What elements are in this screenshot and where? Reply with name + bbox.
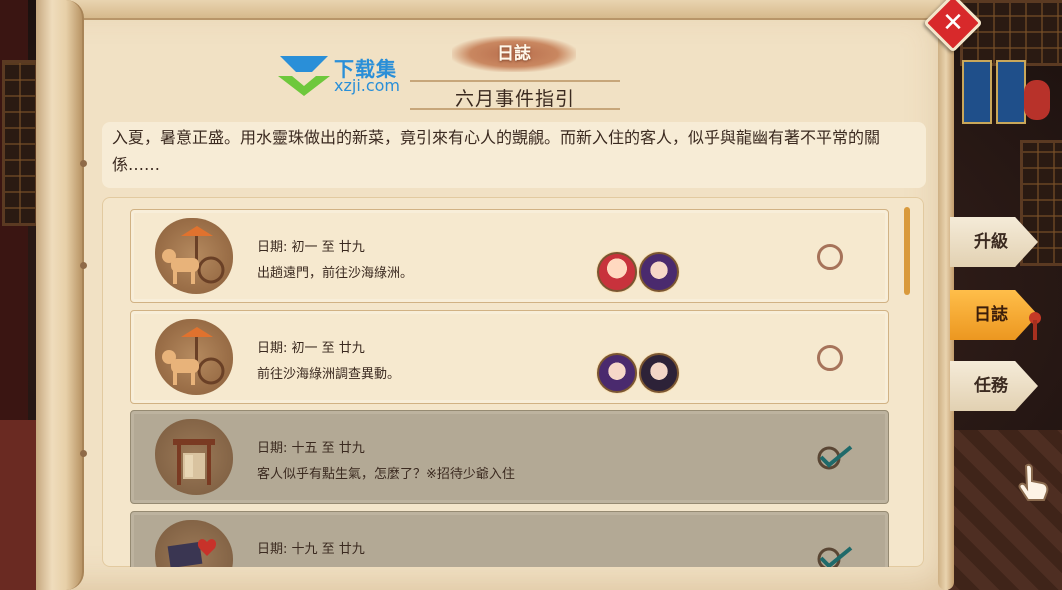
event-text: 客人似乎有點生氣，怎麼了？※招待少爺入住	[257, 467, 515, 482]
scroll-top-roll	[60, 0, 940, 20]
title-divider	[410, 108, 620, 110]
event-card[interactable]: 日期: 十五 至 廿九 客人似乎有點生氣，怎麼了？※招待少爺入住	[130, 410, 889, 504]
red-haired-girl-avatar[interactable]	[597, 252, 637, 292]
title-divider	[410, 80, 620, 82]
book-heart-icon	[155, 520, 233, 567]
dark-haired-character-avatar[interactable]	[639, 353, 679, 393]
completed-check-icon	[817, 445, 853, 470]
event-list[interactable]: 日期: 初一 至 廿九 出趟遠門，前往沙海綠洲。 日期: 初一 至 廿九 前往沙…	[102, 197, 924, 567]
watermark-url: xzji.com	[334, 76, 401, 95]
hand-pointer-icon	[1018, 463, 1049, 501]
scroll-tack	[80, 160, 87, 167]
page-title: 六月事件指引	[454, 88, 575, 110]
red-lantern	[1024, 80, 1050, 120]
inn-room-icon	[155, 419, 233, 495]
tassel-string	[1033, 320, 1037, 340]
event-text: 出趟遠門，前往沙海綠洲。	[257, 266, 414, 281]
event-date: 日期: 十九 至 廿九	[257, 542, 365, 557]
completed-check-icon	[817, 546, 853, 567]
purple-haired-character-avatar[interactable]	[639, 252, 679, 292]
blue-banner	[962, 60, 992, 124]
horse-cart-icon	[155, 319, 233, 395]
blue-banner	[996, 60, 1026, 124]
scroll-tack	[80, 262, 87, 269]
tiled-floor	[940, 430, 1062, 590]
month-description: 入夏，暑意正盛。用水靈珠做出的新菜，竟引來有心人的覬覦。而新入住的客人，似乎與龍…	[102, 122, 926, 188]
event-card[interactable]: 日期: 初一 至 廿九 出趟遠門，前往沙海綠洲。	[130, 209, 889, 303]
close-icon[interactable]: ✕	[932, 2, 974, 44]
event-date: 日期: 初一 至 廿九	[257, 341, 365, 356]
journal-tab-label: 日誌	[452, 36, 576, 72]
event-text: 前往沙海綠洲調查異動。	[257, 367, 401, 382]
lattice-window-left	[2, 60, 38, 226]
event-date: 日期: 初一 至 廿九	[257, 240, 365, 255]
event-card[interactable]: 日期: 十九 至 廿九	[130, 511, 889, 567]
incomplete-ring-icon	[817, 345, 843, 371]
horse-cart-icon	[155, 218, 233, 294]
scroll-left-roll	[36, 0, 84, 590]
watermark-logo: 下载集 xzji.com	[276, 50, 426, 100]
event-card[interactable]: 日期: 初一 至 廿九 前往沙海綠洲調查異動。	[130, 310, 889, 404]
download-arrow-icon	[278, 56, 330, 96]
scroll-tack	[80, 450, 87, 457]
incomplete-ring-icon	[817, 244, 843, 270]
lattice-window-right	[960, 0, 1062, 66]
event-date: 日期: 十五 至 廿九	[257, 441, 365, 456]
purple-haired-character-avatar[interactable]	[597, 353, 637, 393]
list-scrollbar[interactable]	[904, 207, 910, 295]
